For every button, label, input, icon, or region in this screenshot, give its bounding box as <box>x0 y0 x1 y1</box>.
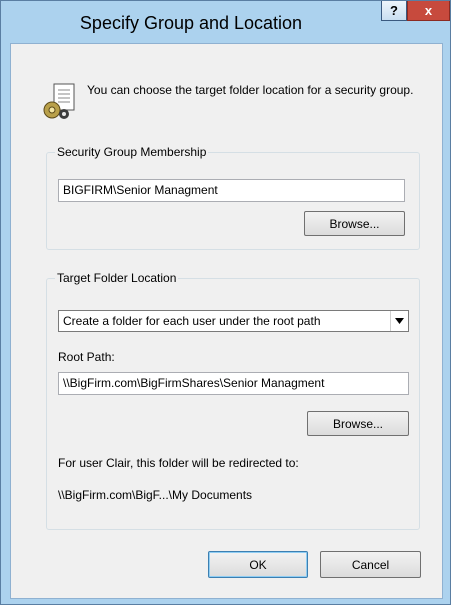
intro-text: You can choose the target folder locatio… <box>87 83 414 97</box>
close-button[interactable]: x <box>407 1 450 21</box>
root-path-browse-button[interactable]: Browse... <box>307 411 409 436</box>
help-button[interactable]: ? <box>381 1 407 21</box>
group-policy-gear-icon <box>43 83 75 119</box>
ok-button[interactable]: OK <box>208 551 308 578</box>
root-path-field[interactable]: \\BigFirm.com\BigFirmShares\Senior Manag… <box>58 372 409 395</box>
redirect-path: \\BigFirm.com\BigF...\My Documents <box>58 488 253 502</box>
membership-browse-button[interactable]: Browse... <box>304 211 405 236</box>
cancel-button[interactable]: Cancel <box>320 551 421 578</box>
target-option-value: Create a folder for each user under the … <box>63 314 321 328</box>
security-group-field[interactable]: BIGFIRM\Senior Managment <box>58 179 405 202</box>
target-option-select[interactable]: Create a folder for each user under the … <box>58 310 409 332</box>
target-folder-location-legend: Target Folder Location <box>57 271 177 285</box>
title-bar[interactable]: Specify Group and Location ? x <box>1 1 450 43</box>
chevron-down-icon[interactable] <box>390 311 408 331</box>
dialog-title: Specify Group and Location <box>79 13 303 33</box>
redirect-note: For user Clair, this folder will be redi… <box>58 456 299 470</box>
root-path-label: Root Path: <box>58 350 115 364</box>
security-group-membership-legend: Security Group Membership <box>57 145 207 159</box>
